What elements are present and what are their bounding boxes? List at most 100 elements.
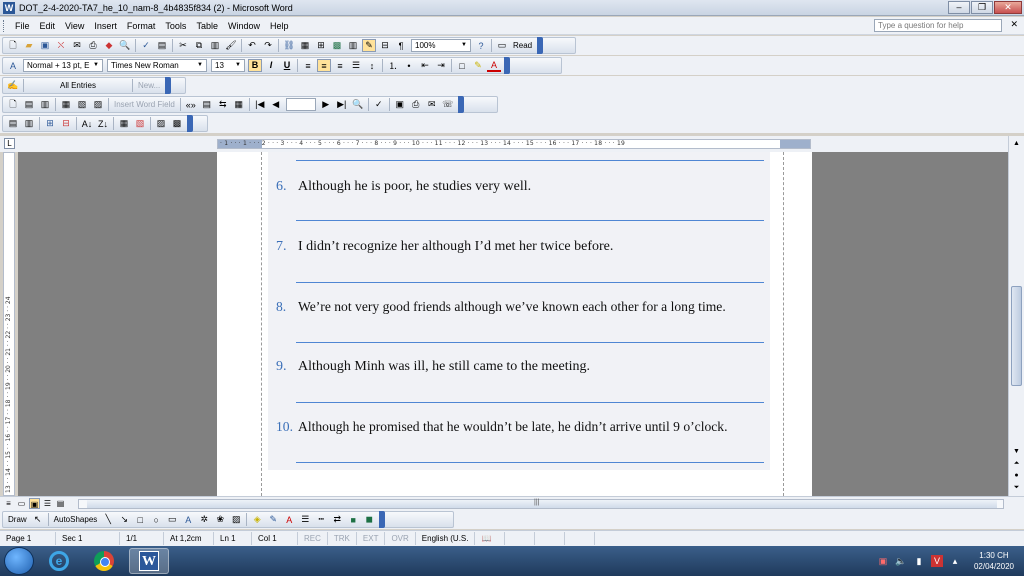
italic-button[interactable]: I (264, 59, 278, 72)
tray-overflow-icon[interactable]: ▴ (949, 555, 961, 567)
numbering-icon[interactable]: ⒈ (386, 59, 400, 72)
print-layout-view-icon[interactable]: ▣ (29, 498, 40, 509)
help-search-input[interactable]: Type a question for help (874, 19, 1002, 32)
line-style-icon[interactable]: ☰ (298, 513, 312, 526)
highlight-fields-icon[interactable]: ▤ (200, 98, 214, 111)
menu-format[interactable]: Format (122, 21, 161, 31)
insert-word-field-button[interactable]: Insert Word Field (111, 100, 178, 109)
font-size-select[interactable]: 13 ▼ (211, 59, 245, 72)
align-center-icon[interactable]: ≡ (317, 59, 331, 72)
select-objects-icon[interactable]: ↖ (31, 513, 45, 526)
rectangle-icon[interactable]: □ (133, 513, 147, 526)
outline-view-icon[interactable]: ☰ (42, 498, 53, 509)
taskbar-word[interactable]: W (129, 548, 169, 574)
find-record-icon[interactable]: ▨ (154, 117, 168, 130)
delete-record-icon[interactable]: ⊟ (59, 117, 73, 130)
font-color-draw-icon[interactable]: A (282, 513, 296, 526)
clip-art-icon[interactable]: ❀ (213, 513, 227, 526)
research-icon[interactable]: ◆ (102, 39, 116, 52)
restore-button[interactable]: ❐ (971, 1, 993, 14)
arrow-style-icon[interactable]: ⇄ (330, 513, 344, 526)
toolbar-options-handle[interactable] (504, 57, 510, 74)
document-close-button[interactable]: ✕ (1010, 19, 1018, 30)
line-spacing-icon[interactable]: ↕ (365, 59, 379, 72)
data-form-icon[interactable]: ▤ (6, 117, 20, 130)
match-fields-icon[interactable]: ⇆ (216, 98, 230, 111)
tray-app-icon[interactable]: ▣ (877, 555, 889, 567)
vertical-scrollbar[interactable]: ▲ ▼ ⏶ ● ⏷ (1008, 136, 1024, 496)
font-select[interactable]: Times New Roman ▼ (107, 59, 207, 72)
cut-icon[interactable]: ✂ (176, 39, 190, 52)
menu-file[interactable]: File (10, 21, 35, 31)
taskbar-internet-explorer[interactable]: e (39, 548, 79, 574)
menu-window[interactable]: Window (223, 21, 265, 31)
check-errors-icon[interactable]: ✓ (372, 98, 386, 111)
status-ext[interactable]: EXT (357, 532, 386, 545)
first-record-icon[interactable]: |◀ (253, 98, 267, 111)
bullets-icon[interactable]: • (402, 59, 416, 72)
hyperlink-icon[interactable]: ⛓ (282, 39, 296, 52)
print-icon[interactable]: ⎙ (86, 39, 100, 52)
tables-borders-icon[interactable]: ▦ (298, 39, 312, 52)
underline-button[interactable]: U (280, 59, 294, 72)
copy-icon[interactable]: ⧉ (192, 39, 206, 52)
dash-style-icon[interactable]: ┅ (314, 513, 328, 526)
research-book-icon[interactable]: ▤ (155, 39, 169, 52)
sort-descending-icon[interactable]: Z↓ (96, 117, 110, 130)
save-icon[interactable]: ▣ (38, 39, 52, 52)
horizontal-scroll-thumb[interactable] (87, 500, 997, 508)
new-document-icon[interactable]: 🗋 (6, 39, 20, 52)
merge-to-printer-icon[interactable]: ⎙ (409, 98, 423, 111)
line-icon[interactable]: ╲ (101, 513, 115, 526)
toolbar-options-handle[interactable] (379, 511, 386, 528)
spelling-icon[interactable]: ✓ (139, 39, 153, 52)
menu-table[interactable]: Table (191, 21, 223, 31)
menu-grip[interactable] (3, 19, 7, 32)
align-right-icon[interactable]: ≡ (333, 59, 347, 72)
help-icon[interactable]: ? (474, 39, 488, 52)
columns-icon[interactable]: ▥ (346, 39, 360, 52)
normal-view-icon[interactable]: ≡ (3, 498, 14, 509)
new-autotext-button[interactable]: New... (135, 81, 163, 90)
style-select[interactable]: Normal + 13 pt, E ▼ (23, 59, 103, 72)
shadow-style-icon[interactable]: ■ (346, 513, 360, 526)
wordart-icon[interactable]: A (181, 513, 195, 526)
all-entries-button[interactable]: All Entries (26, 81, 130, 90)
email-icon[interactable]: ✉ (70, 39, 84, 52)
autoshapes-menu-button[interactable]: AutoShapes (51, 515, 101, 524)
picture-icon[interactable]: ▨ (229, 513, 243, 526)
select-browse-object-icon[interactable]: ● (1011, 470, 1022, 481)
text-box-icon[interactable]: ▭ (165, 513, 179, 526)
arrow-icon[interactable]: ↘ (117, 513, 131, 526)
increase-indent-icon[interactable]: ⇥ (434, 59, 448, 72)
vertical-scroll-thumb[interactable] (1011, 286, 1022, 386)
align-left-icon[interactable]: ≡ (301, 59, 315, 72)
previous-record-icon[interactable]: ◀ (269, 98, 283, 111)
font-color-icon[interactable]: A (487, 59, 501, 72)
zoom-select[interactable]: 100% ▼ (411, 39, 471, 52)
sort-ascending-icon[interactable]: A↓ (80, 117, 94, 130)
autotext-icon[interactable]: ✍ (6, 79, 20, 92)
drawing-icon[interactable]: ✎ (362, 39, 376, 52)
web-layout-view-icon[interactable]: ▭ (16, 498, 27, 509)
styles-formatting-icon[interactable]: A (6, 59, 20, 72)
view-merged-data-icon[interactable]: «» (184, 98, 198, 111)
3d-style-icon[interactable]: ◼ (362, 513, 376, 526)
horizontal-ruler[interactable]: · 1 · · · 1 · · · 2 · · · 3 · · · 4 · · … (217, 139, 811, 149)
scroll-up-icon[interactable]: ▲ (1011, 138, 1022, 149)
fill-color-icon[interactable]: ◈ (250, 513, 264, 526)
insert-excel-icon[interactable]: ▩ (330, 39, 344, 52)
open-folder-icon[interactable]: ▰ (22, 39, 36, 52)
print-preview-icon[interactable]: 🔍 (118, 39, 132, 52)
start-button[interactable] (4, 547, 34, 575)
add-record-icon[interactable]: ⊞ (43, 117, 57, 130)
status-language[interactable]: English (U.S. (416, 532, 476, 545)
highlight-icon[interactable]: ✎ (471, 59, 485, 72)
undo-icon[interactable]: ↶ (245, 39, 259, 52)
insert-merge-fields-icon[interactable]: ▨ (91, 98, 105, 111)
merge-to-new-document-icon[interactable]: ▣ (393, 98, 407, 111)
menu-tools[interactable]: Tools (160, 21, 191, 31)
minimize-button[interactable]: – (948, 1, 970, 14)
show-hide-icon[interactable]: ¶ (394, 39, 408, 52)
permission-icon[interactable]: ⛌ (54, 39, 68, 52)
